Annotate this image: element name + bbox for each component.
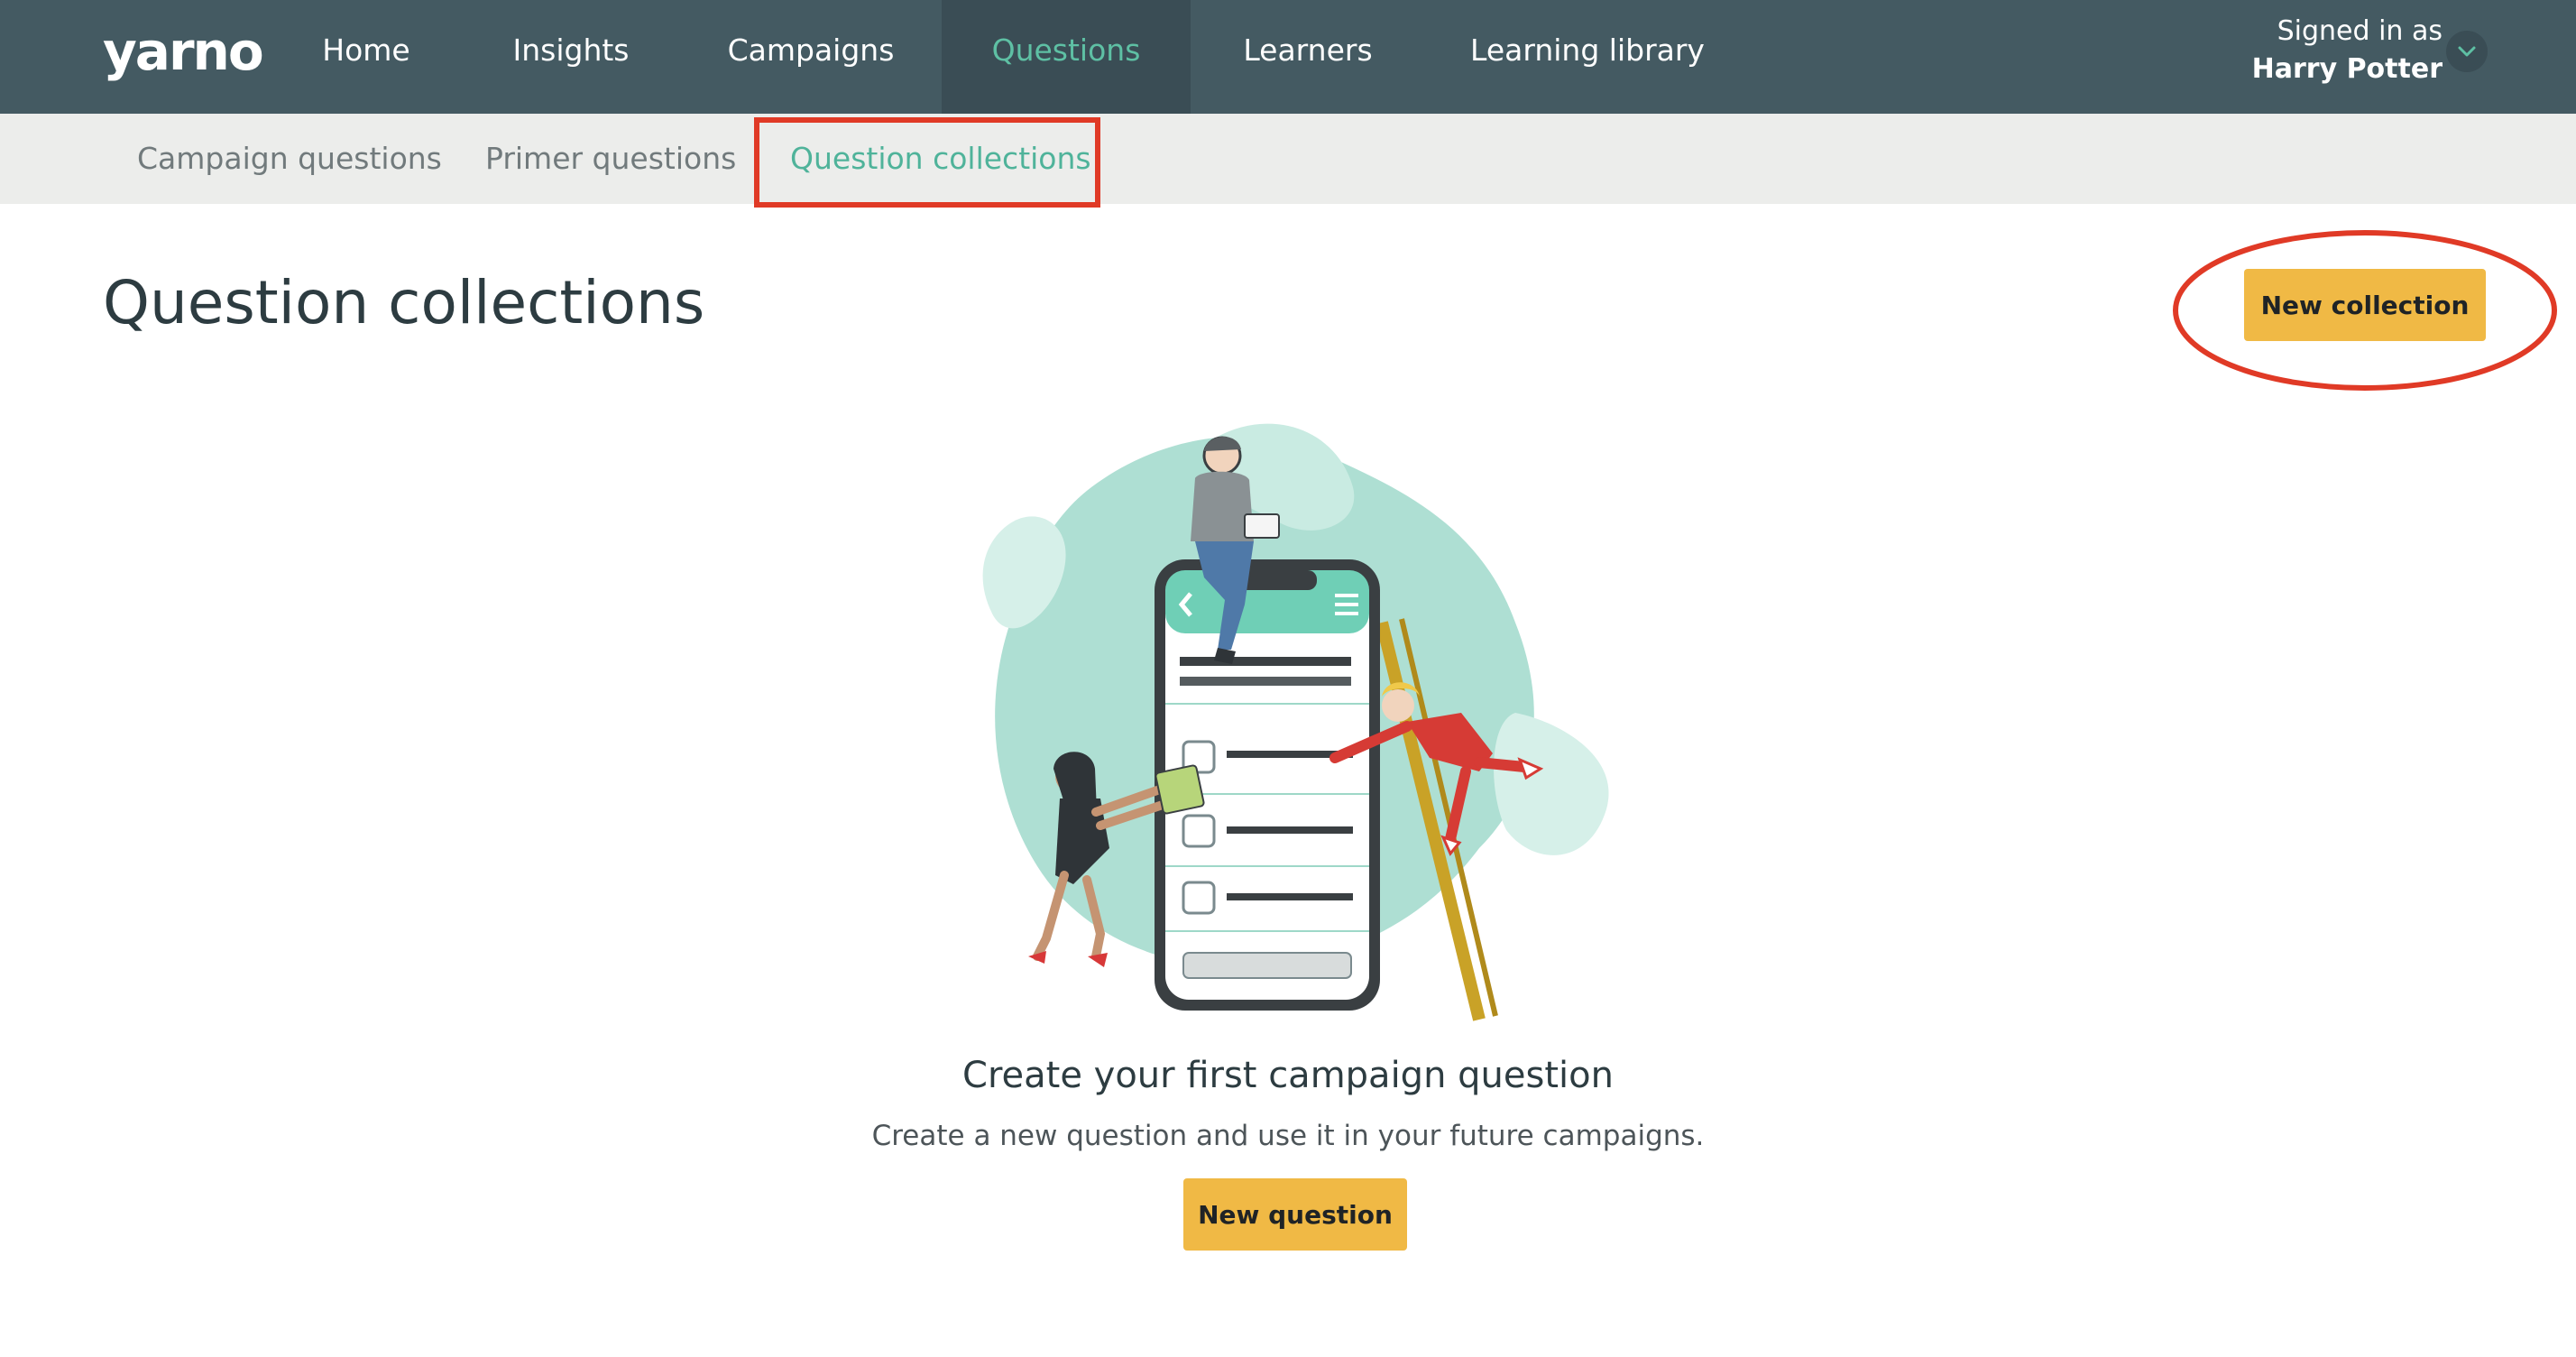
nav-item-campaigns[interactable]: Campaigns: [702, 0, 920, 114]
user-name: Harry Potter: [2251, 53, 2443, 85]
empty-state-description: Create a new question and use it in your…: [871, 1120, 1705, 1152]
new-collection-button[interactable]: New collection: [2244, 269, 2486, 341]
empty-state-title: Create your first campaign question: [962, 1055, 1614, 1096]
chevron-down-icon: [2458, 46, 2476, 57]
nav-item-insights[interactable]: Insights: [487, 0, 655, 114]
page-title: Question collections: [103, 268, 705, 337]
yarno-logo[interactable]: yarno: [103, 20, 264, 83]
nav-item-learners[interactable]: Learners: [1214, 0, 1402, 114]
nav-item-learning-library[interactable]: Learning library: [1454, 0, 1721, 114]
nav-item-home[interactable]: Home: [289, 0, 444, 114]
subnav-item-question-collections[interactable]: Question collections: [790, 114, 1091, 204]
nav-item-questions[interactable]: Questions: [942, 0, 1191, 114]
user-menu[interactable]: Signed in as Harry Potter: [2252, 13, 2443, 88]
top-nav: yarno Home Insights Campaigns Questions …: [0, 0, 2576, 114]
new-question-button[interactable]: New question: [1183, 1178, 1407, 1251]
empty-state-illustration: [982, 423, 1609, 1021]
user-menu-toggle[interactable]: [2446, 31, 2488, 72]
sub-nav: Campaign questions Primer questions Ques…: [0, 114, 2576, 204]
subnav-item-campaign-questions[interactable]: Campaign questions: [137, 114, 442, 204]
signed-in-label: Signed in as: [2277, 15, 2443, 47]
subnav-item-primer-questions[interactable]: Primer questions: [485, 114, 736, 204]
